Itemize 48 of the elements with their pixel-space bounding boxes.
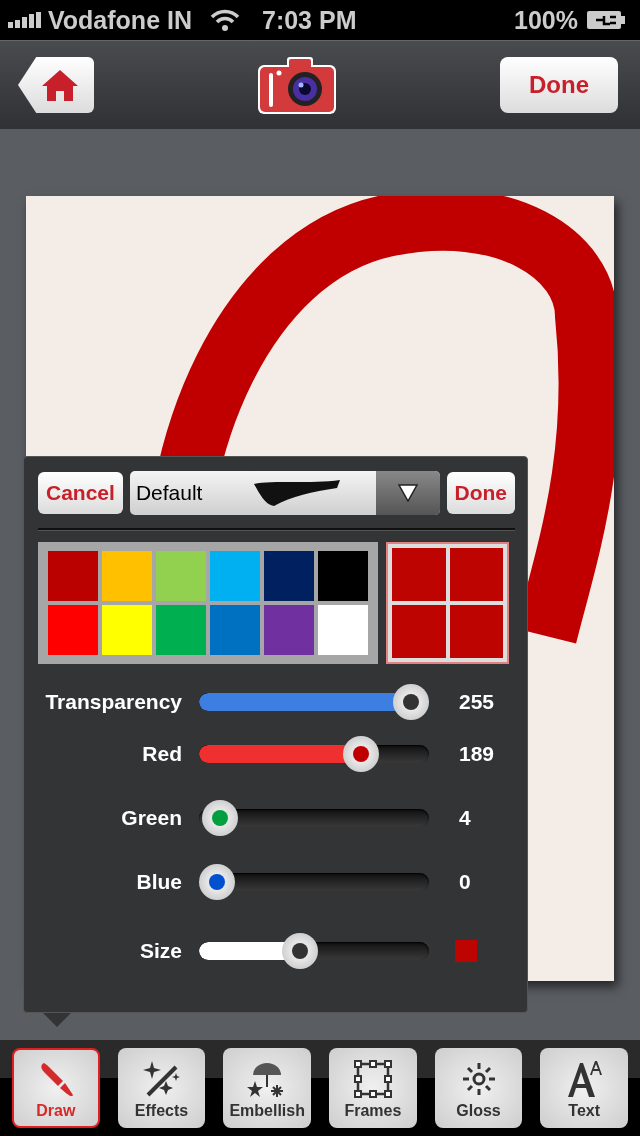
color-swatch[interactable] <box>210 551 260 601</box>
slider[interactable] <box>199 800 429 836</box>
tool-tab[interactable]: Gloss <box>434 1048 523 1128</box>
slider-label: Blue <box>135 870 182 894</box>
home-button[interactable] <box>18 57 94 113</box>
dropdown-arrow-icon <box>397 484 418 502</box>
color-swatch[interactable] <box>48 605 98 655</box>
color-swatch[interactable] <box>156 551 206 601</box>
camera-icon[interactable] <box>257 55 337 115</box>
home-icon <box>40 68 80 102</box>
color-swatch[interactable] <box>48 551 98 601</box>
clock-time: 7:03 PM <box>262 5 358 35</box>
color-swatch[interactable] <box>102 605 152 655</box>
carrier-name: Vodafone IN <box>48 5 192 35</box>
slider-value: 4 <box>459 806 471 830</box>
done-button[interactable]: Done <box>500 57 618 113</box>
slider[interactable] <box>199 684 429 720</box>
slider[interactable] <box>199 864 429 900</box>
slider[interactable] <box>199 736 429 772</box>
color-swatch[interactable] <box>102 551 152 601</box>
slider-label: Transparency <box>44 690 182 714</box>
color-swatch[interactable] <box>156 605 206 655</box>
tool-tab[interactable]: Text <box>540 1048 629 1128</box>
tool-tab[interactable]: Effects <box>117 1048 206 1128</box>
battery-percent: 100% <box>514 5 578 35</box>
cancel-button[interactable]: Cancel <box>38 472 123 514</box>
slider-label: Green <box>120 806 182 830</box>
brush-preview-icon <box>251 478 342 508</box>
slider-label: Size <box>138 939 182 963</box>
tool-tab[interactable]: Frames <box>329 1048 417 1128</box>
slider-value: 189 <box>459 742 495 766</box>
selection-frame-icon <box>352 1058 393 1099</box>
tool-tab[interactable]: Draw <box>12 1048 100 1128</box>
slider[interactable] <box>199 933 429 969</box>
color-swatch[interactable] <box>264 605 314 655</box>
tool-tab[interactable]: Embellish <box>223 1048 311 1128</box>
battery-charging-icon <box>586 10 626 30</box>
color-swatch[interactable] <box>318 551 368 601</box>
wifi-icon <box>210 9 240 31</box>
color-swatch[interactable] <box>210 605 260 655</box>
slider-label: Red <box>141 742 182 766</box>
brush-dropdown[interactable]: Default <box>129 471 440 515</box>
color-swatch[interactable] <box>318 605 368 655</box>
slider-value: 255 <box>459 690 495 714</box>
done-button[interactable]: Done <box>446 472 515 514</box>
signal-icon <box>8 12 42 28</box>
color-swatch[interactable] <box>264 551 314 601</box>
slider-value: 0 <box>459 870 471 894</box>
